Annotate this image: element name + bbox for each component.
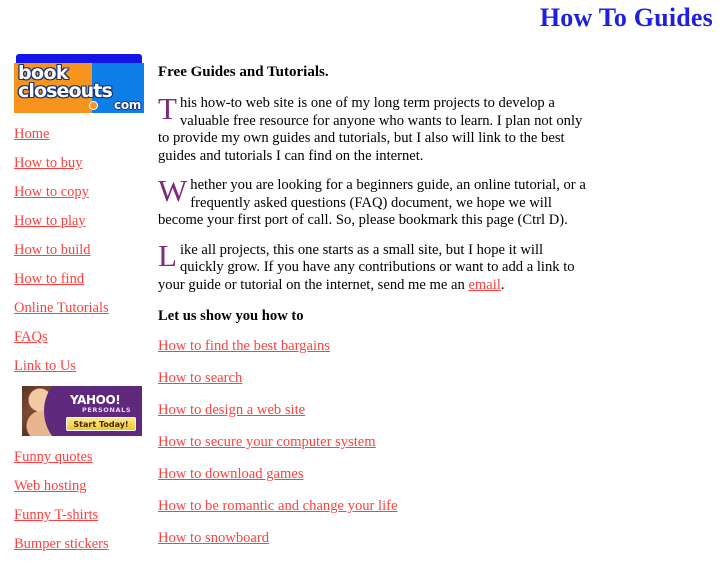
list-item: Bumper stickers	[14, 535, 150, 553]
page-title: How To Guides	[539, 3, 713, 32]
sidebar-item-funny-quotes[interactable]: Funny quotes	[14, 449, 93, 465]
guide-link-be-romantic[interactable]: How to be romantic and change your life	[158, 498, 398, 514]
guides-list: How to find the best bargains How to sea…	[158, 337, 587, 547]
list-item: FAQs	[14, 328, 150, 346]
yahoo-logo: YAHOO!	[70, 393, 121, 407]
content-heading: Free Guides and Tutorials.	[158, 64, 329, 80]
list-item: Home	[14, 125, 150, 143]
sidebar-item-how-to-copy[interactable]: How to copy	[14, 184, 89, 200]
list-item: Funny T-shirts	[14, 506, 150, 524]
list-item: How to build	[14, 241, 150, 259]
intro-paragraph-1: This how-to web site is one of my long t…	[158, 91, 587, 165]
sidebar-nav-primary: Home How to buy How to copy How to play …	[14, 125, 150, 375]
sidebar-item-funny-tshirts[interactable]: Funny T-shirts	[14, 507, 98, 523]
sidebar-nav-secondary: Funny quotes Web hosting Funny T-shirts …	[14, 448, 150, 553]
sidebar: book closeouts com Home How to buy How t…	[0, 44, 150, 564]
list-item: How to play	[14, 212, 150, 230]
list-item: How to download games	[158, 465, 587, 483]
list-item: Link to Us	[14, 357, 150, 375]
sidebar-item-web-hosting[interactable]: Web hosting	[14, 478, 87, 494]
intro-paragraph-3: Like all projects, this one starts as a …	[158, 237, 587, 295]
guide-link-find-best-bargains[interactable]: How to find the best bargains	[158, 338, 330, 354]
sidebar-item-faqs[interactable]: FAQs	[14, 329, 48, 345]
guide-link-secure-computer-system[interactable]: How to secure your computer system	[158, 434, 376, 450]
logo-line-com: com	[114, 98, 141, 112]
paragraph-1-text: his how-to web site is one of my long te…	[158, 95, 583, 164]
dropcap-t: T	[158, 91, 177, 126]
list-item: How to secure your computer system	[158, 433, 587, 451]
page-layout: book closeouts com Home How to buy How t…	[0, 44, 727, 564]
list-item: How to snowboard	[158, 529, 587, 547]
paragraph-3-text-after: .	[500, 276, 505, 293]
guide-link-download-games[interactable]: How to download games	[158, 466, 304, 482]
dropcap-w: W	[158, 173, 188, 208]
list-item: How to be romantic and change your life	[158, 497, 587, 515]
yahoo-personals-ad[interactable]: YAHOO! PERSONALS Start Today!	[22, 386, 142, 436]
ad-subtitle: PERSONALS	[82, 406, 132, 414]
paragraph-3-text-before: ike all projects, this one starts as a s…	[158, 241, 575, 293]
sidebar-item-home[interactable]: Home	[14, 126, 49, 142]
list-item: How to find the best bargains	[158, 337, 587, 355]
logo-text: book closeouts	[18, 64, 144, 101]
logo-dot-icon	[89, 101, 98, 110]
guide-link-how-to-search[interactable]: How to search	[158, 370, 242, 386]
page-header: How To Guides	[0, 0, 727, 44]
list-item: Web hosting	[14, 477, 150, 495]
list-item: How to design a web site	[158, 401, 587, 419]
paragraph-2-text: hether you are looking for a beginners g…	[158, 177, 586, 228]
list-item: How to buy	[14, 154, 150, 172]
dropcap-l: L	[158, 237, 177, 273]
logo-top-bar	[16, 54, 142, 63]
sidebar-item-how-to-play[interactable]: How to play	[14, 213, 86, 229]
list-item: How to find	[14, 270, 150, 288]
sidebar-item-how-to-build[interactable]: How to build	[14, 242, 91, 258]
section-heading: Let us show you how to	[158, 308, 304, 324]
sidebar-item-how-to-find[interactable]: How to find	[14, 271, 84, 287]
sidebar-item-bumper-stickers[interactable]: Bumper stickers	[14, 536, 109, 552]
start-today-button[interactable]: Start Today!	[66, 417, 136, 431]
list-item: Online Tutorials	[14, 299, 150, 317]
guide-link-design-web-site[interactable]: How to design a web site	[158, 402, 305, 418]
sidebar-item-how-to-buy[interactable]: How to buy	[14, 155, 82, 171]
logo-body: book closeouts com	[14, 63, 144, 113]
intro-paragraph-2: Whether you are looking for a beginners …	[158, 173, 587, 230]
guide-link-snowboard[interactable]: How to snowboard	[158, 530, 269, 546]
list-item: How to search	[158, 369, 587, 387]
sidebar-item-link-to-us[interactable]: Link to Us	[14, 358, 76, 374]
list-item: Funny quotes	[14, 448, 150, 466]
bookcloseouts-logo[interactable]: book closeouts com	[14, 54, 144, 113]
sidebar-item-online-tutorials[interactable]: Online Tutorials	[14, 300, 109, 316]
email-link[interactable]: email	[468, 277, 500, 293]
list-item: How to copy	[14, 183, 150, 201]
main-content: Free Guides and Tutorials. This how-to w…	[150, 44, 727, 561]
